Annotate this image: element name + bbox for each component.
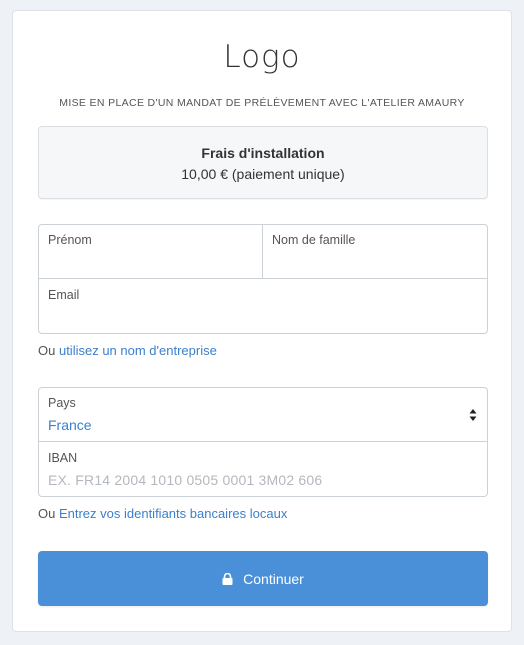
fee-amount: 10,00 € (paiement unique) xyxy=(181,166,345,182)
country-select[interactable]: Pays France xyxy=(39,388,487,441)
lock-icon xyxy=(222,572,233,585)
company-name-option: Ou utilisez un nom d'entreprise xyxy=(38,343,217,358)
logo: Logo xyxy=(223,39,301,75)
fee-summary: Frais d'installation 10,00 € (paiement u… xyxy=(38,126,488,199)
email-label: Email xyxy=(48,288,80,302)
bank-prefix: Ou xyxy=(38,506,56,521)
country-label: Pays xyxy=(48,396,76,410)
iban-input[interactable] xyxy=(48,471,478,489)
email-field[interactable]: Email xyxy=(39,280,487,334)
iban-label: IBAN xyxy=(48,451,78,465)
mandate-card: Logo MISE EN PLACE D'UN MANDAT DE PRÉLÈV… xyxy=(12,10,512,632)
country-value[interactable]: France xyxy=(48,417,92,433)
last-name-field[interactable]: Nom de famille xyxy=(263,225,487,278)
email-row: Email xyxy=(39,280,487,334)
company-prefix: Ou xyxy=(38,343,56,358)
first-name-field[interactable]: Prénom xyxy=(39,225,263,278)
first-name-input[interactable] xyxy=(48,253,253,271)
iban-field[interactable]: IBAN xyxy=(39,443,487,497)
last-name-label: Nom de famille xyxy=(272,233,356,247)
last-name-input[interactable] xyxy=(272,253,478,271)
page-subtitle: MISE EN PLACE D'UN MANDAT DE PRÉLÈVEMENT… xyxy=(59,97,465,109)
country-row: Pays France xyxy=(39,388,487,442)
local-bank-details-link[interactable]: Entrez vos identifiants bancaires locaux xyxy=(59,506,287,521)
continue-button[interactable]: Continuer xyxy=(38,551,488,606)
continue-label: Continuer xyxy=(243,570,304,587)
name-row: Prénom Nom de famille xyxy=(39,225,487,279)
identity-fields: Prénom Nom de famille Email xyxy=(38,224,488,334)
fee-title: Frais d'installation xyxy=(201,145,325,161)
first-name-label: Prénom xyxy=(48,233,92,247)
use-company-name-link[interactable]: utilisez un nom d'entreprise xyxy=(59,343,217,358)
iban-row: IBAN xyxy=(39,443,487,497)
sort-arrows-icon[interactable] xyxy=(469,409,477,421)
email-input[interactable] xyxy=(48,308,478,326)
bank-fields: Pays France IBAN xyxy=(38,387,488,497)
local-bank-option: Ou Entrez vos identifiants bancaires loc… xyxy=(38,506,287,521)
